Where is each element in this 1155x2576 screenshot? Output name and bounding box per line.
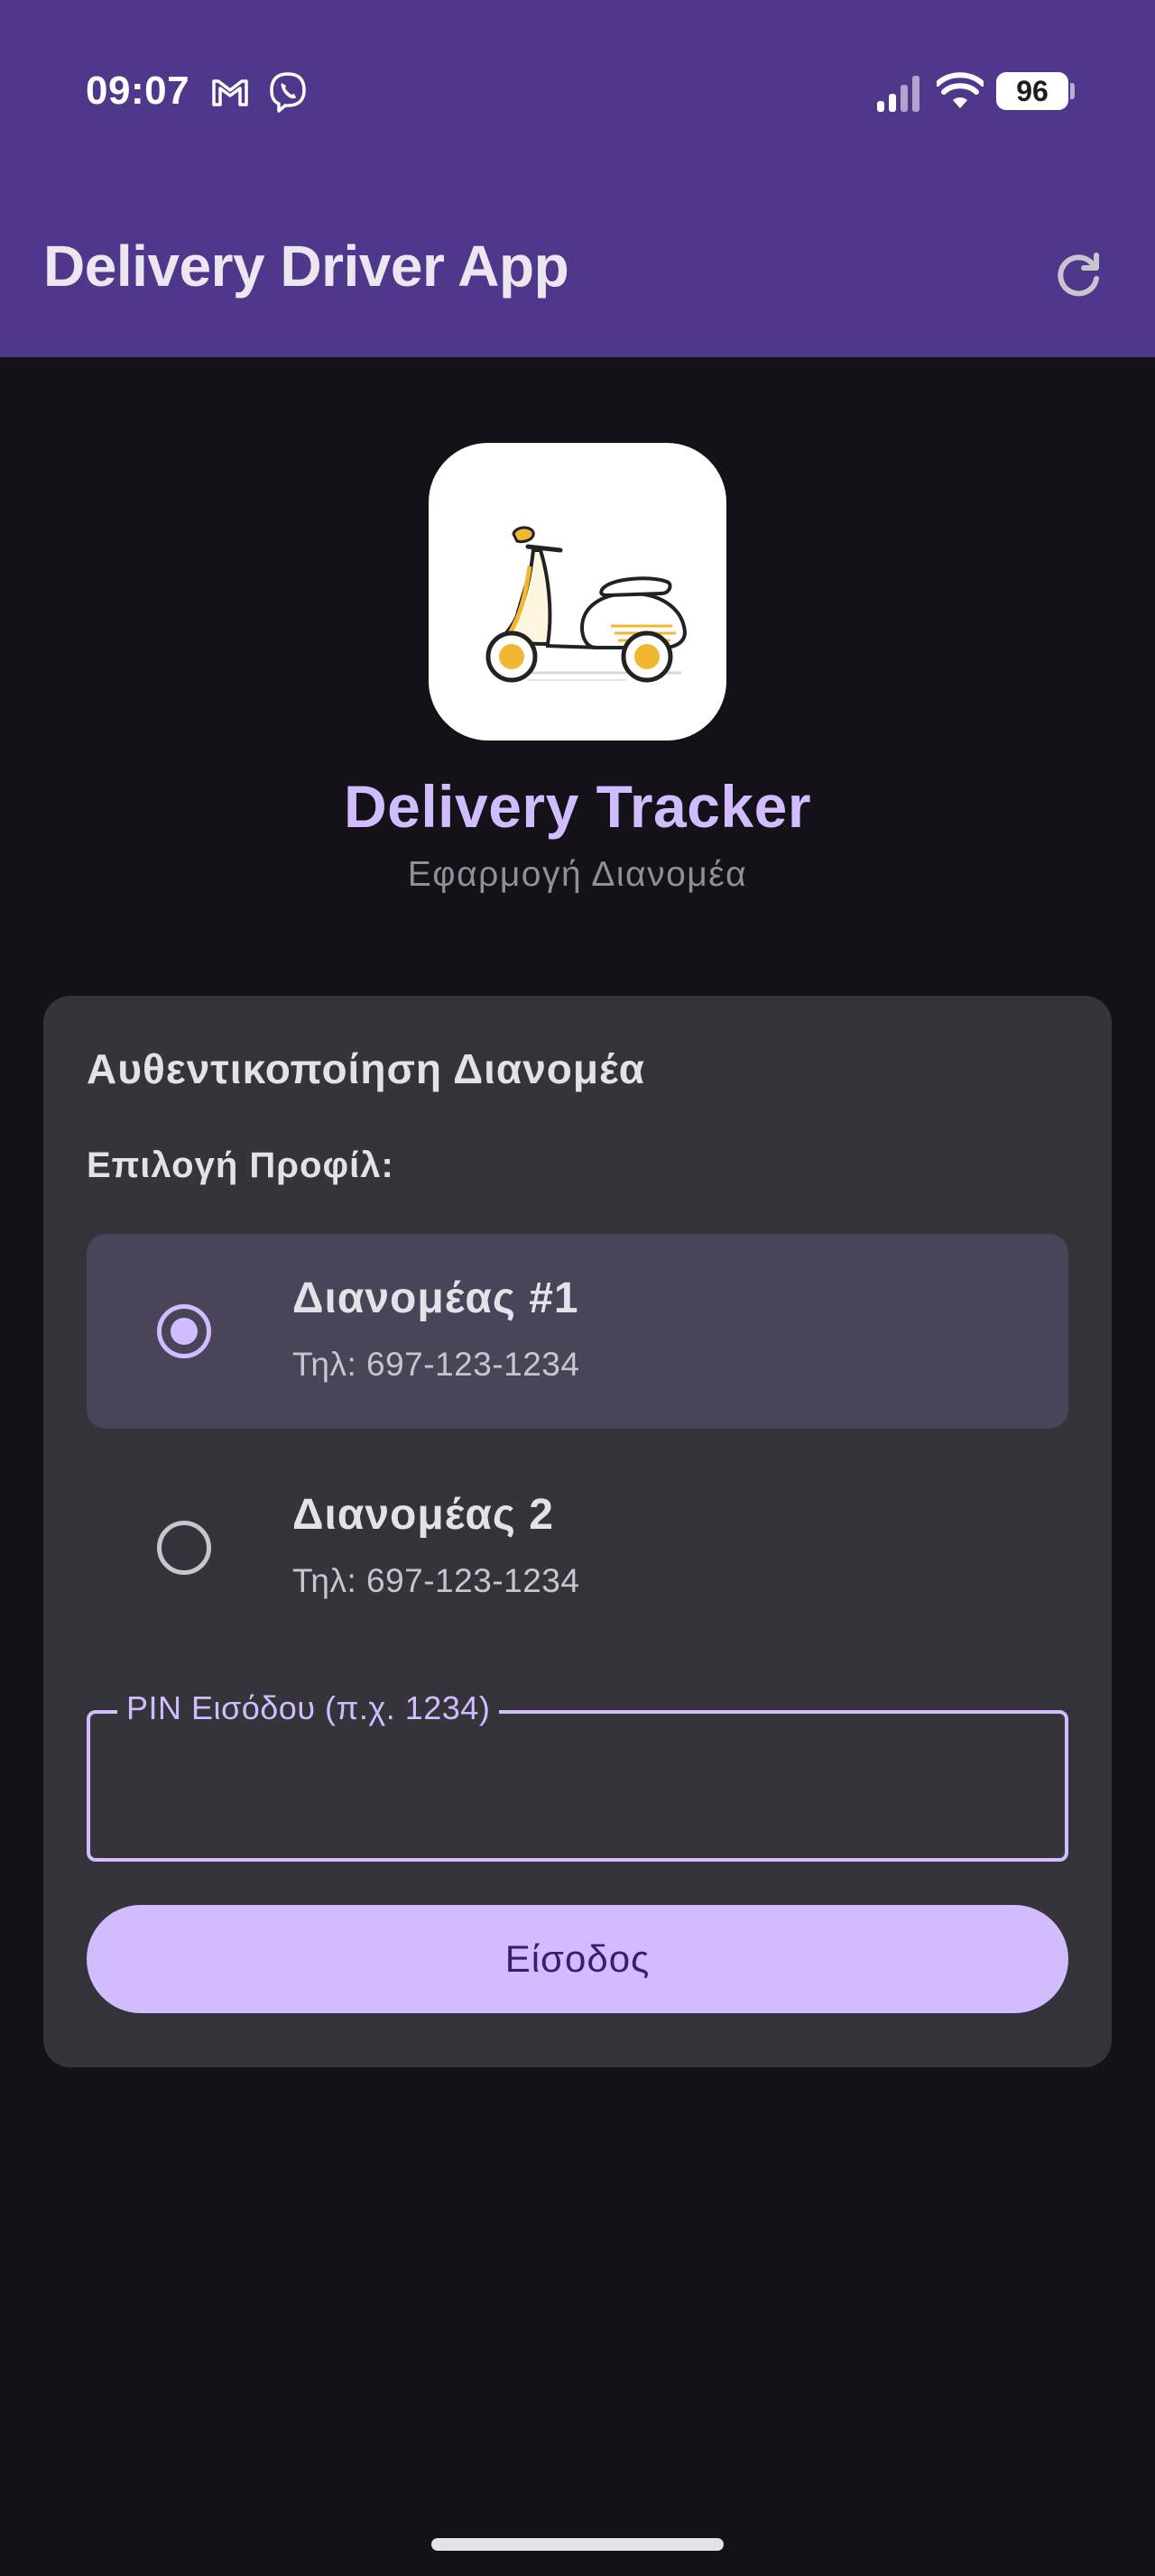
status-time: 09:07 bbox=[86, 69, 190, 113]
gmail-icon bbox=[212, 79, 248, 106]
profile-phone: Τηλ: 697-123-1234 bbox=[292, 1562, 580, 1599]
login-button[interactable]: Είσοδος bbox=[87, 1905, 1068, 2013]
profile-phone: Τηλ: 697-123-1234 bbox=[292, 1346, 580, 1383]
top-app-bar: 09:07 96 Delivery Driver App bbox=[0, 0, 1155, 357]
pin-input[interactable] bbox=[117, 1750, 1038, 1822]
app-title: Delivery Driver App bbox=[43, 234, 569, 299]
profile-name: Διανομέας 2 bbox=[292, 1491, 554, 1539]
battery-icon: 96 bbox=[996, 72, 1068, 110]
profile-option-1[interactable]: Διανομέας #1 Τηλ: 697-123-1234 bbox=[87, 1234, 1068, 1429]
battery-tip bbox=[1070, 83, 1075, 99]
radio-button-checked[interactable] bbox=[157, 1304, 211, 1358]
profile-name: Διανομέας #1 bbox=[292, 1274, 579, 1322]
profile-option-2[interactable]: Διανομέας 2 Τηλ: 697-123-1234 bbox=[87, 1450, 1068, 1645]
scooter-icon bbox=[485, 526, 688, 683]
profile-label: Επιλογή Προφίλ: bbox=[87, 1145, 394, 1185]
refresh-icon bbox=[1058, 253, 1099, 297]
home-indicator[interactable] bbox=[431, 2538, 724, 2551]
logo-title: Delivery Tracker bbox=[343, 773, 812, 840]
auth-card: Αυθεντικοποίηση Διανομέα Επιλογή Προφίλ:… bbox=[43, 996, 1112, 2067]
logo-subtitle: Εφαρμογή Διανομέα bbox=[407, 855, 748, 894]
pin-label: PIN Εισόδου (π.χ. 1234) bbox=[117, 1687, 500, 1730]
wifi-icon bbox=[937, 72, 984, 108]
radio-button-unchecked[interactable] bbox=[157, 1521, 211, 1575]
viber-icon bbox=[270, 72, 306, 113]
refresh-button[interactable] bbox=[1040, 236, 1117, 314]
radio-dot bbox=[171, 1318, 198, 1345]
signal-icon bbox=[877, 76, 919, 112]
pin-field[interactable] bbox=[87, 1710, 1068, 1862]
app-logo bbox=[429, 443, 726, 741]
card-title: Αυθεντικοποίηση Διανομέα bbox=[87, 1045, 646, 1092]
